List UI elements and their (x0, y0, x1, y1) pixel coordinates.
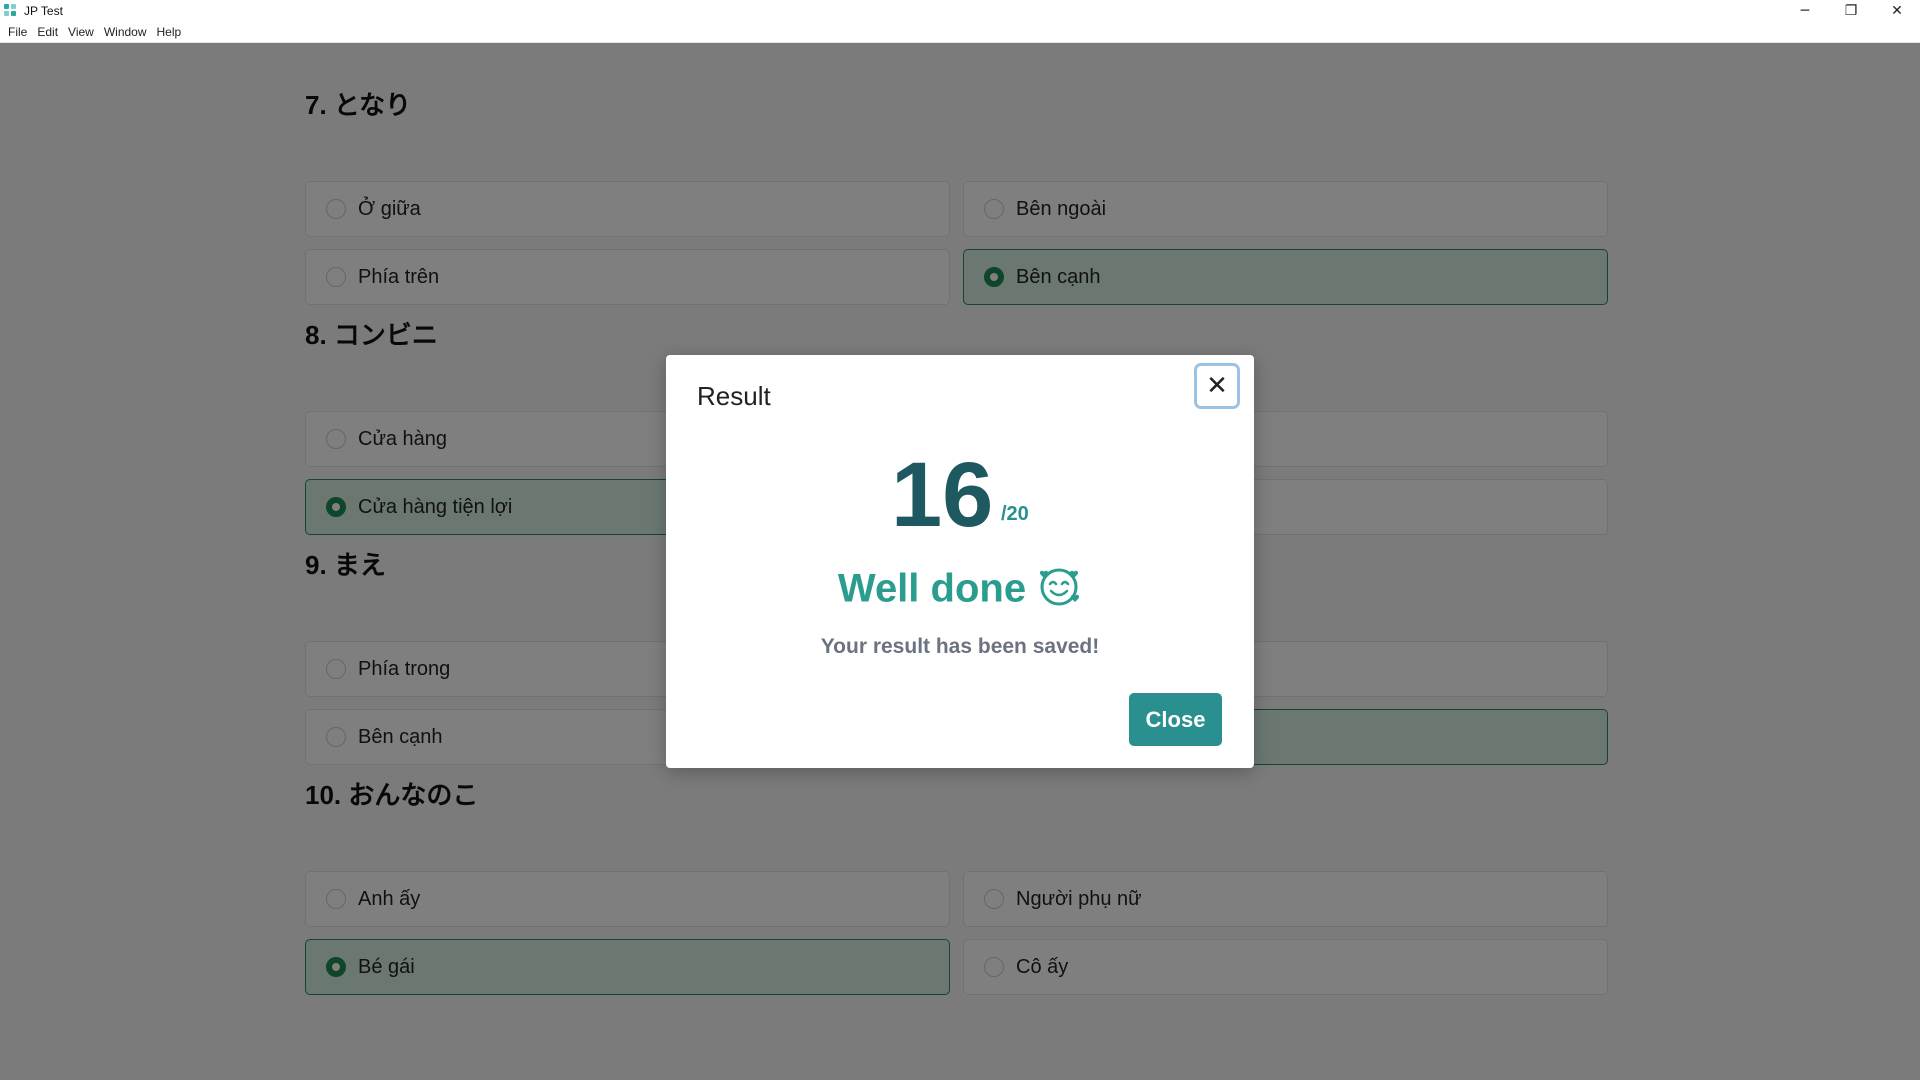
score-total: /20 (1001, 503, 1029, 525)
title-bar: JP Test ─ ❐ ✕ (0, 0, 1920, 22)
result-dialog: Result ✕ 16 /20 Well done Your result ha… (666, 355, 1254, 768)
menu-bar: File Edit View Window Help (0, 22, 1920, 43)
message-text: Well done (837, 566, 1027, 611)
minimize-button[interactable]: ─ (1782, 0, 1828, 22)
menu-window[interactable]: Window (99, 25, 152, 39)
close-button[interactable]: Close (1129, 693, 1222, 746)
score-display: 16 /20 (666, 445, 1254, 545)
saved-notice: Your result has been saved! (820, 635, 1100, 658)
app-logo-icon (4, 4, 18, 18)
menu-view[interactable]: View (63, 25, 99, 39)
menu-help[interactable]: Help (152, 25, 187, 39)
window-title: JP Test (24, 4, 63, 18)
maximize-button[interactable]: ❐ (1828, 0, 1874, 22)
menu-file[interactable]: File (3, 25, 32, 39)
result-message: Well done (666, 563, 1254, 619)
close-icon[interactable]: ✕ (1194, 363, 1240, 409)
smiling-face-with-hearts-icon (1036, 563, 1082, 619)
score-value: 16 (891, 444, 994, 546)
menu-edit[interactable]: Edit (32, 25, 63, 39)
window-controls: ─ ❐ ✕ (1782, 0, 1920, 22)
window-close-button[interactable]: ✕ (1874, 0, 1920, 22)
dialog-title: Result (697, 381, 771, 411)
